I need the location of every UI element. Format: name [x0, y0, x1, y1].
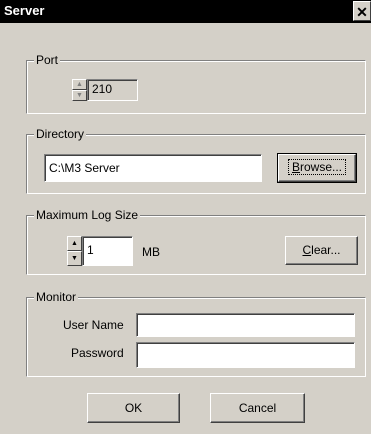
spin-up-icon[interactable]: ▲	[72, 79, 87, 90]
cancel-label: Cancel	[238, 401, 277, 415]
browse-label: Browse...	[287, 159, 347, 175]
log-size-value: 1	[87, 243, 94, 257]
log-size-unit: MB	[142, 245, 160, 259]
cancel-button[interactable]: Cancel	[210, 393, 305, 423]
port-value: 210	[92, 82, 113, 96]
password-label: Password	[71, 346, 124, 360]
username-input[interactable]	[136, 313, 355, 337]
ok-label: OK	[124, 401, 143, 415]
port-input[interactable]: 210	[87, 79, 138, 101]
log-size-input[interactable]: 1	[82, 236, 133, 266]
password-input[interactable]	[136, 342, 355, 368]
clear-label: Clear...	[302, 243, 341, 257]
directory-legend: Directory	[34, 127, 87, 141]
log-size-legend: Maximum Log Size	[34, 208, 141, 222]
monitor-legend: Monitor	[34, 290, 79, 304]
close-icon[interactable]: ✕	[353, 1, 371, 21]
spin-up-icon[interactable]: ▲	[67, 236, 82, 251]
port-legend: Port	[34, 53, 61, 67]
spin-down-icon[interactable]: ▼	[72, 90, 87, 101]
clear-button[interactable]: Clear...	[285, 236, 358, 265]
username-label: User Name	[63, 318, 124, 332]
spin-down-icon[interactable]: ▼	[67, 251, 82, 266]
log-size-spinner[interactable]: ▲ ▼	[67, 236, 82, 266]
window-title: Server	[4, 3, 45, 18]
directory-input[interactable]: C:\M3 Server	[44, 154, 262, 182]
title-bar: Server ✕	[0, 0, 371, 23]
ok-button[interactable]: OK	[87, 393, 180, 423]
directory-value: C:\M3 Server	[49, 161, 120, 175]
browse-button[interactable]: Browse...	[277, 153, 357, 183]
port-spinner[interactable]: ▲ ▼	[72, 79, 87, 101]
